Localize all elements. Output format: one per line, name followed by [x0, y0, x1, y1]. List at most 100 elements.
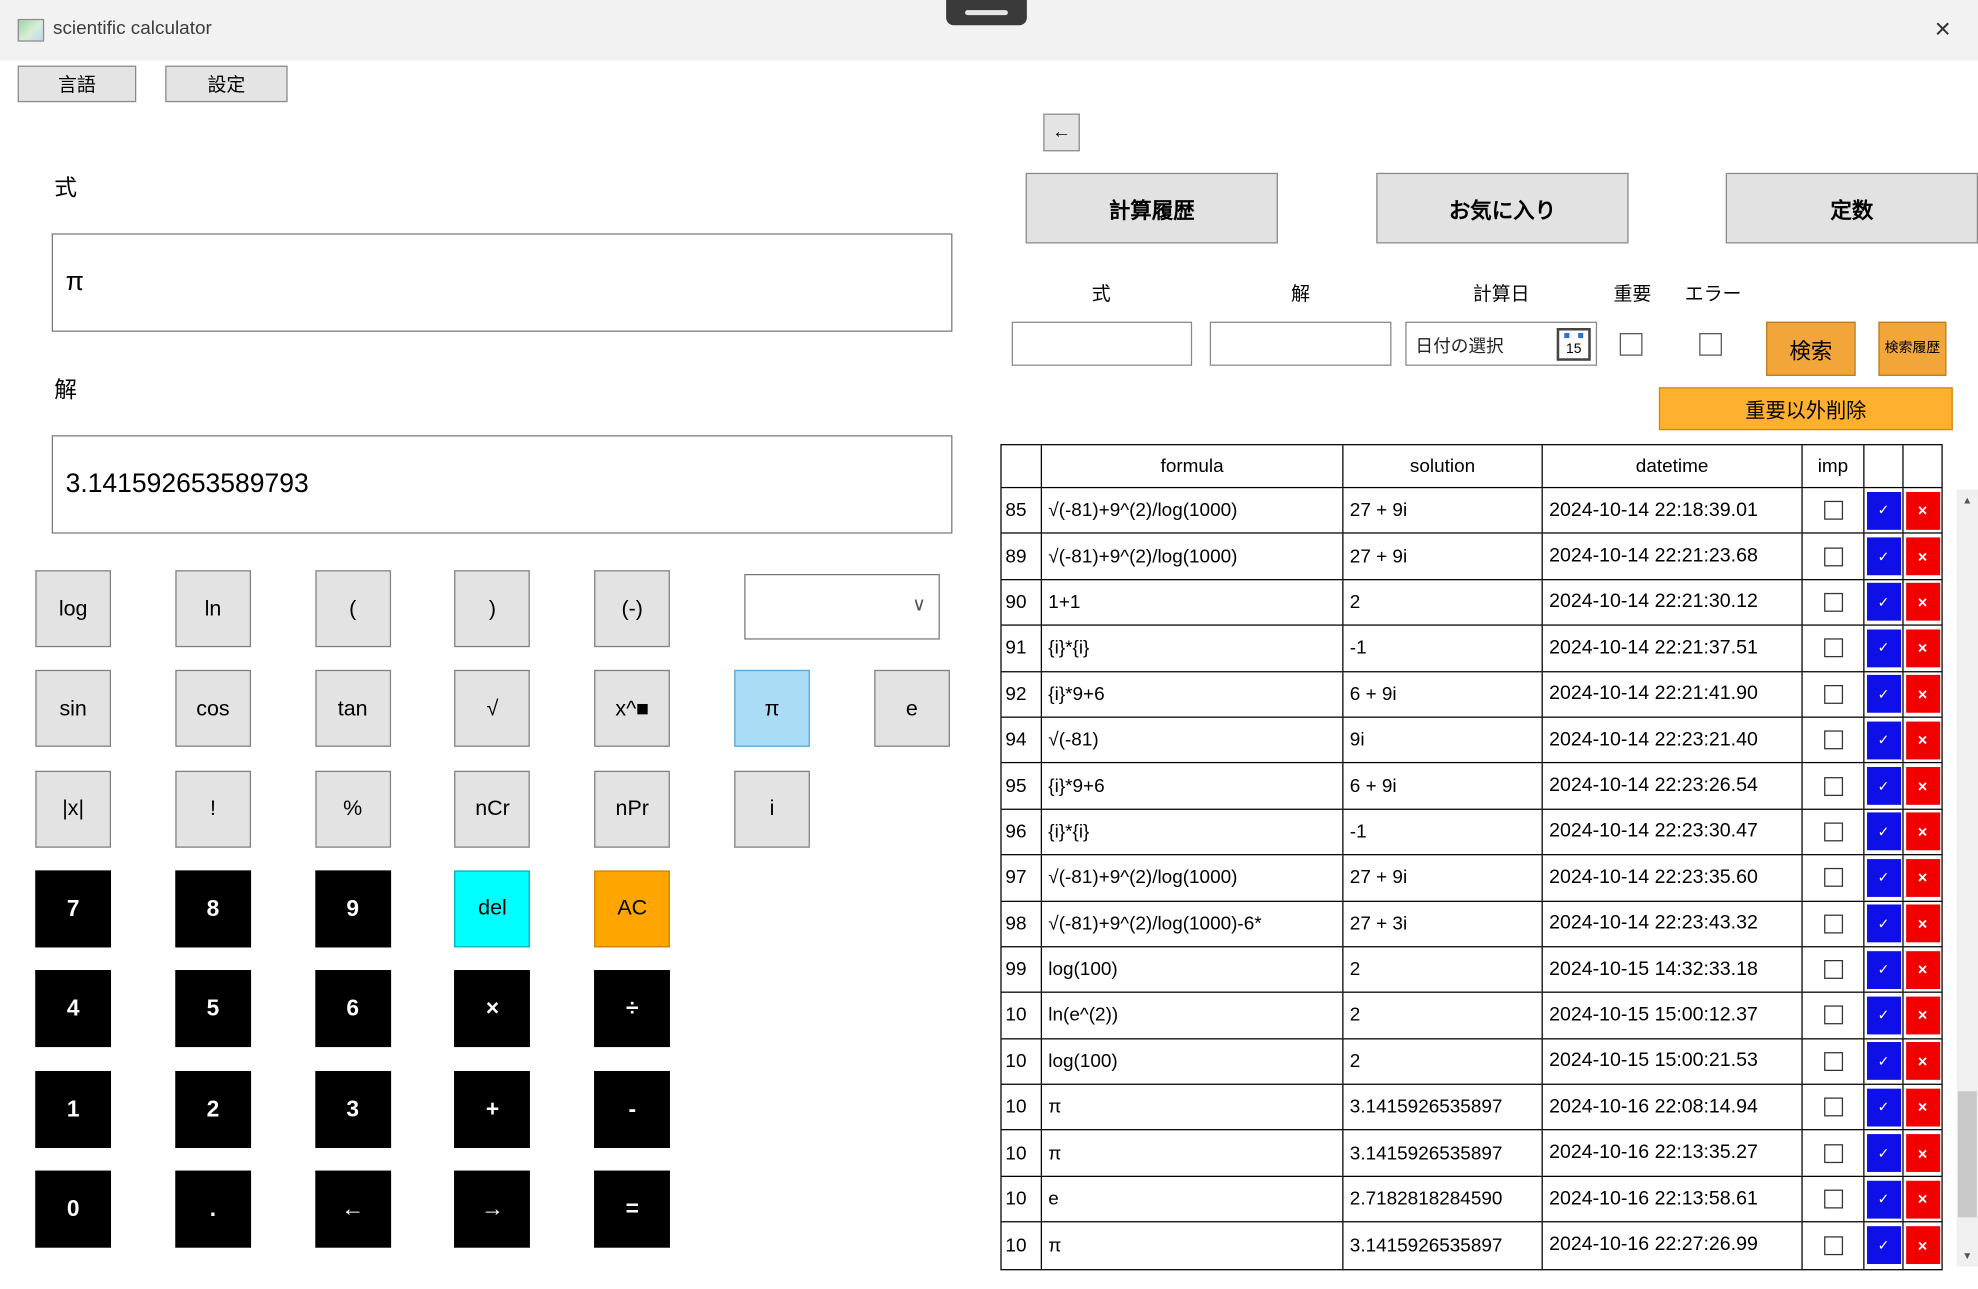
formula-input[interactable] [52, 233, 953, 331]
row-delete-button[interactable]: × [1905, 1134, 1939, 1172]
search-formula-input[interactable] [1012, 322, 1192, 366]
search-button[interactable]: 検索 [1766, 322, 1856, 376]
row-delete-button[interactable]: × [1905, 721, 1939, 759]
key-equals[interactable]: = [594, 1170, 670, 1247]
error-filter-checkbox[interactable] [1699, 333, 1722, 356]
solution-input[interactable] [52, 435, 953, 533]
row-delete-button[interactable]: × [1905, 1227, 1939, 1265]
calendar-icon[interactable]: 15 [1557, 328, 1591, 361]
key-4[interactable]: 4 [35, 970, 111, 1047]
scroll-up-button[interactable]: ▲ [1957, 489, 1978, 510]
row-check-button[interactable]: ✓ [1866, 1134, 1900, 1172]
scrollbar-track[interactable] [1957, 511, 1978, 1245]
key-e[interactable]: e [874, 670, 950, 747]
row-check-button[interactable]: ✓ [1866, 1042, 1900, 1080]
row-important-checkbox[interactable] [1823, 776, 1842, 795]
key-abs[interactable]: |x| [35, 770, 111, 847]
row-check-button[interactable]: ✓ [1866, 1227, 1900, 1265]
row-check-button[interactable]: ✓ [1866, 1180, 1900, 1218]
key-ncr[interactable]: nCr [455, 770, 531, 847]
row-check-button[interactable]: ✓ [1866, 905, 1900, 943]
key-del[interactable]: del [455, 870, 531, 947]
row-important-checkbox[interactable] [1823, 1006, 1842, 1025]
key-paren-open[interactable]: ( [315, 570, 391, 647]
key-3[interactable]: 3 [315, 1070, 391, 1147]
row-delete-button[interactable]: × [1905, 1042, 1939, 1080]
row-delete-button[interactable]: × [1905, 492, 1939, 530]
row-check-button[interactable]: ✓ [1866, 675, 1900, 713]
row-delete-button[interactable]: × [1905, 997, 1939, 1035]
angle-mode-select[interactable]: ∨ [744, 574, 940, 640]
calc-history-tab[interactable]: 計算履歴 [1026, 173, 1278, 244]
row-check-button[interactable]: ✓ [1866, 492, 1900, 530]
important-filter-checkbox[interactable] [1620, 333, 1643, 356]
key-cursor-right[interactable]: → [455, 1170, 531, 1247]
row-important-checkbox[interactable] [1823, 1052, 1842, 1071]
row-important-checkbox[interactable] [1823, 1190, 1842, 1209]
key-ln[interactable]: ln [175, 570, 251, 647]
date-picker[interactable]: 日付の選択 15 [1405, 322, 1597, 366]
row-delete-button[interactable]: × [1905, 1088, 1939, 1126]
row-delete-button[interactable]: × [1905, 537, 1939, 575]
window-snap-handle[interactable] [946, 0, 1027, 25]
row-important-checkbox[interactable] [1823, 547, 1842, 566]
search-solution-input[interactable] [1210, 322, 1392, 366]
key-dot[interactable]: . [175, 1170, 251, 1247]
row-important-checkbox[interactable] [1823, 914, 1842, 933]
row-check-button[interactable]: ✓ [1866, 767, 1900, 805]
row-check-button[interactable]: ✓ [1866, 721, 1900, 759]
row-check-button[interactable]: ✓ [1866, 997, 1900, 1035]
key-negate[interactable]: (-) [594, 570, 670, 647]
key-paren-close[interactable]: ) [455, 570, 531, 647]
key-minus[interactable]: - [594, 1070, 670, 1147]
row-delete-button[interactable]: × [1905, 905, 1939, 943]
search-history-button[interactable]: 検索履歴 [1878, 322, 1946, 376]
close-button[interactable]: × [1917, 8, 1967, 51]
row-check-button[interactable]: ✓ [1866, 537, 1900, 575]
row-important-checkbox[interactable] [1823, 501, 1842, 520]
key-plus[interactable]: + [455, 1070, 531, 1147]
row-delete-button[interactable]: × [1905, 583, 1939, 621]
row-check-button[interactable]: ✓ [1866, 813, 1900, 851]
key-percent[interactable]: % [315, 770, 391, 847]
table-scrollbar[interactable]: ▲ ▼ [1957, 489, 1978, 1266]
key-cos[interactable]: cos [175, 670, 251, 747]
row-important-checkbox[interactable] [1823, 639, 1842, 658]
row-delete-button[interactable]: × [1905, 813, 1939, 851]
row-check-button[interactable]: ✓ [1866, 1088, 1900, 1126]
row-important-checkbox[interactable] [1823, 685, 1842, 704]
key-npr[interactable]: nPr [594, 770, 670, 847]
favorites-tab[interactable]: お気に入り [1376, 173, 1628, 244]
row-important-checkbox[interactable] [1823, 868, 1842, 887]
key-0[interactable]: 0 [35, 1170, 111, 1247]
scrollbar-thumb[interactable] [1958, 1091, 1977, 1217]
row-delete-button[interactable]: × [1905, 629, 1939, 667]
key-1[interactable]: 1 [35, 1070, 111, 1147]
row-delete-button[interactable]: × [1905, 1180, 1939, 1218]
delete-non-important-button[interactable]: 重要以外削除 [1659, 387, 1953, 430]
row-important-checkbox[interactable] [1823, 1236, 1842, 1255]
key-factorial[interactable]: ! [175, 770, 251, 847]
key-sqrt[interactable]: √ [455, 670, 531, 747]
key-ac[interactable]: AC [594, 870, 670, 947]
row-important-checkbox[interactable] [1823, 960, 1842, 979]
scroll-down-button[interactable]: ▼ [1957, 1245, 1978, 1266]
row-important-checkbox[interactable] [1823, 822, 1842, 841]
key-8[interactable]: 8 [175, 870, 251, 947]
key-6[interactable]: 6 [315, 970, 391, 1047]
key-multiply[interactable]: × [455, 970, 531, 1047]
constants-tab[interactable]: 定数 [1726, 173, 1978, 244]
row-important-checkbox[interactable] [1823, 1098, 1842, 1117]
row-check-button[interactable]: ✓ [1866, 859, 1900, 897]
row-important-checkbox[interactable] [1823, 731, 1842, 750]
row-important-checkbox[interactable] [1823, 1144, 1842, 1163]
key-sin[interactable]: sin [35, 670, 111, 747]
key-5[interactable]: 5 [175, 970, 251, 1047]
row-delete-button[interactable]: × [1905, 767, 1939, 805]
key-pi[interactable]: π [734, 670, 810, 747]
key-2[interactable]: 2 [175, 1070, 251, 1147]
key-cursor-left[interactable]: ← [315, 1170, 391, 1247]
key-power[interactable]: x^■ [594, 670, 670, 747]
back-button[interactable]: ← [1043, 114, 1080, 152]
row-important-checkbox[interactable] [1823, 593, 1842, 612]
